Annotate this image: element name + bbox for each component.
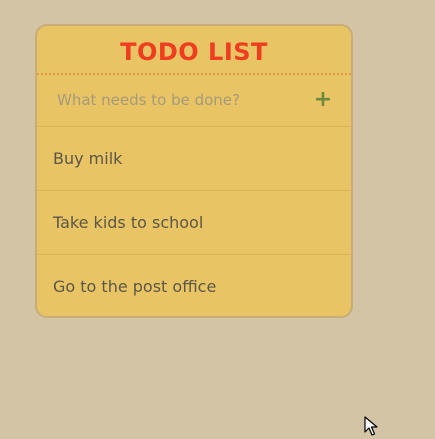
todo-item[interactable]: Buy milk (37, 127, 351, 191)
todo-card: TODO LIST + Buy milk Take kids to school… (35, 24, 353, 318)
new-todo-row: + (37, 75, 351, 127)
add-todo-button[interactable]: + (313, 87, 333, 113)
new-todo-input[interactable] (57, 87, 297, 113)
mouse-pointer-icon (364, 416, 378, 436)
todo-item[interactable]: Go to the post office (37, 255, 351, 316)
page-title: TODO LIST (37, 26, 351, 75)
todo-item[interactable]: Take kids to school (37, 191, 351, 255)
